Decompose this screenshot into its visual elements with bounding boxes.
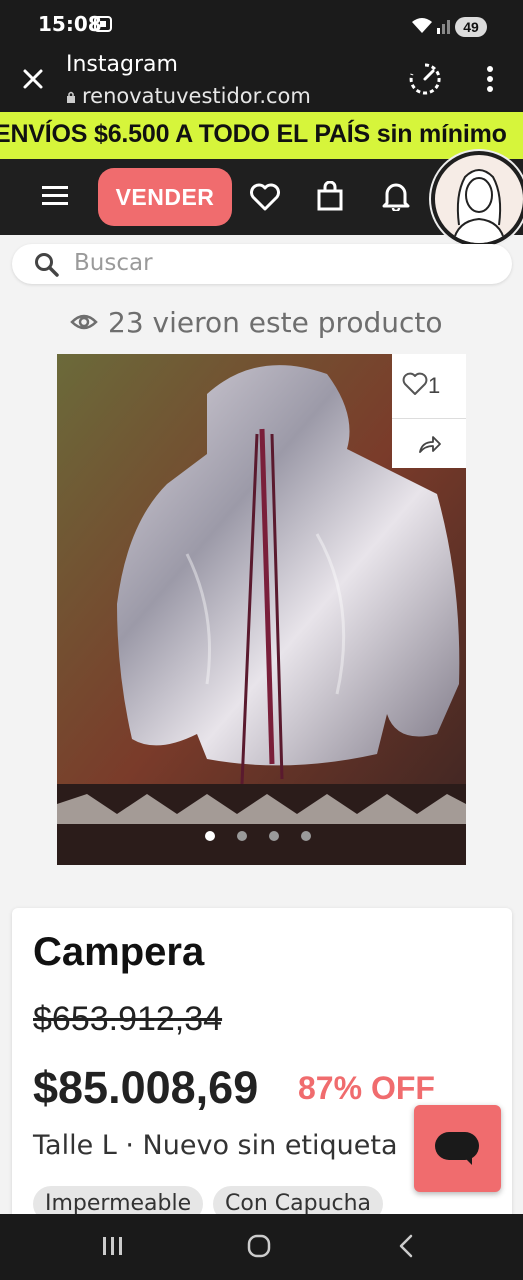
- lock-icon: [66, 90, 76, 108]
- in-app-browser-bar: Instagram renovatuvestidor.com: [0, 46, 523, 112]
- search-input[interactable]: Buscar: [74, 250, 153, 276]
- promo-text: ENVÍOS $6.500 A TODO EL PAÍS sin mínimo: [0, 120, 507, 148]
- views-text: 23 vieron este producto: [108, 306, 443, 339]
- product-title: Campera: [33, 930, 205, 974]
- views-counter: 23 vieron este producto: [0, 304, 523, 344]
- eye-icon: [70, 312, 98, 337]
- carousel-dots[interactable]: [205, 828, 333, 846]
- hamburger-menu-icon[interactable]: [42, 185, 68, 212]
- share-icon[interactable]: [418, 434, 442, 459]
- carousel-dot[interactable]: [269, 831, 279, 841]
- bell-icon[interactable]: [382, 181, 410, 216]
- chat-bubble-icon: [435, 1132, 479, 1160]
- more-options-icon[interactable]: [486, 66, 494, 97]
- screen-record-icon: [94, 16, 112, 37]
- divider: [392, 418, 466, 419]
- back-icon[interactable]: [398, 1234, 414, 1263]
- chat-bubble-tail: [462, 1155, 472, 1165]
- carousel-dot-active[interactable]: [205, 831, 215, 841]
- close-icon[interactable]: [22, 68, 44, 95]
- wifi-signal-icon: [410, 16, 450, 41]
- search-bar[interactable]: Buscar: [12, 244, 512, 284]
- recent-apps-icon[interactable]: [102, 1236, 124, 1261]
- discount-badge: 87% OFF: [298, 1070, 435, 1106]
- status-time: 15:08: [38, 12, 102, 36]
- user-avatar[interactable]: [431, 151, 523, 247]
- like-count: 1: [428, 373, 441, 398]
- heart-icon[interactable]: [250, 183, 280, 216]
- battery-indicator: 49: [455, 17, 487, 37]
- image-actions: 1: [392, 354, 466, 468]
- site-header: VENDER: [0, 151, 523, 247]
- like-button[interactable]: 1: [402, 372, 440, 399]
- shopping-bag-icon[interactable]: [316, 180, 344, 216]
- original-price: $653.912,34: [33, 1000, 223, 1038]
- size-condition: Talle L · Nuevo sin etiqueta: [33, 1130, 398, 1161]
- promo-banner: ENVÍOS $6.500 A TODO EL PAÍS sin mínimo: [0, 112, 523, 159]
- chat-button[interactable]: [414, 1105, 501, 1192]
- status-bar: 15:08 49: [0, 0, 523, 46]
- system-navigation-bar: [0, 1214, 523, 1280]
- browser-url[interactable]: renovatuvestidor.com: [82, 84, 311, 108]
- carousel-dot[interactable]: [237, 831, 247, 841]
- carousel-dot[interactable]: [301, 831, 311, 841]
- sell-button[interactable]: VENDER: [98, 168, 232, 226]
- browser-title: Instagram: [66, 52, 178, 77]
- current-price: $85.008,69: [33, 1062, 259, 1113]
- search-icon: [34, 252, 60, 283]
- home-icon[interactable]: [247, 1234, 271, 1263]
- speedometer-icon[interactable]: [408, 62, 442, 101]
